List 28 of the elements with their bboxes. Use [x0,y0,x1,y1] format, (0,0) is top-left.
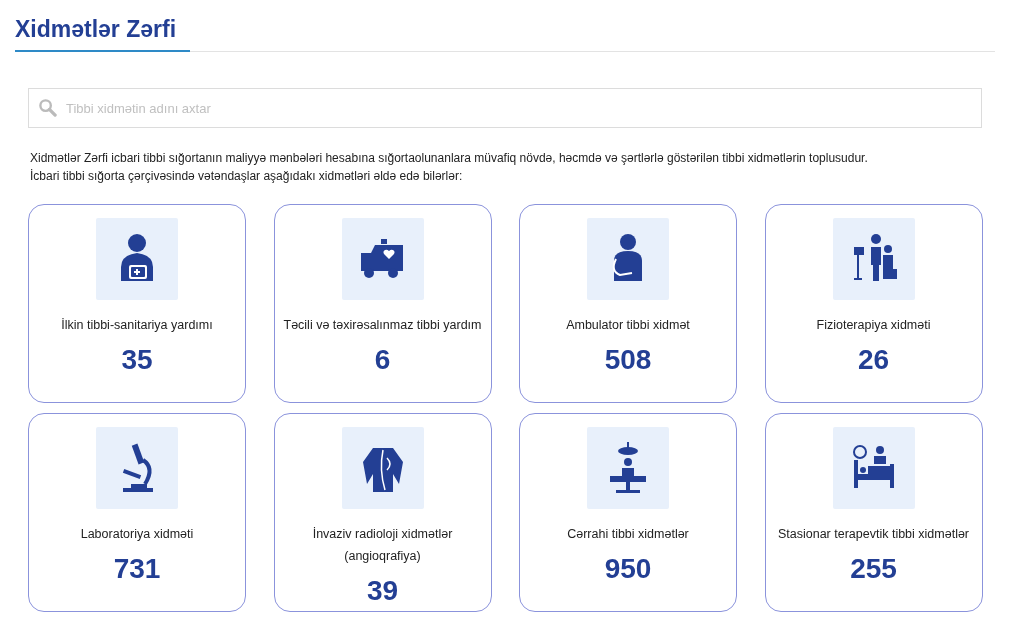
service-card[interactable]: İlkin tibbi-sanitariya yardımı 35 [28,204,246,403]
service-count: 508 [604,344,652,376]
service-count: 6 [374,344,391,376]
service-name: İnvaziv radioloji xidmətlər (angioqrafiya) [311,526,454,565]
service-card[interactable]: İnvaziv radioloji xidmətlər (angioqrafiya) 39 [273,413,492,612]
service-count: 39 [366,575,399,607]
service-card[interactable]: Cərrahi tibbi xidmətlər 950 [519,413,737,612]
service-card[interactable]: Təcili və təxirəsalınmaz tibbi yardım 6 [273,204,492,403]
description-text: Xidmətlər Zərfi icbari tibbi sığortanın maliyyə mənbələri hesabına sığortaolunanlara müvafiq növdə, həcmdə və şərtlərlə göstərilən tibbi xidmətlərin toplusudur. [30,150,869,167]
page-title: Xidmətlər Zərfi [15,16,190,52]
service-name: Cərrahi tibbi xidmətlər [567,526,689,543]
service-name: Təcili və təxirəsalınmaz tibbi yardım [283,317,482,334]
search-field[interactable]: Tibbi xidmətin adını axtar [28,88,982,128]
service-count: 950 [604,553,652,585]
service-name: Stasionar terapevtik tibbi xidmətlər [777,526,970,543]
service-count: 26 [857,344,890,376]
service-name: Ambulator tibbi xidmət [566,317,690,334]
service-count: 35 [121,344,153,376]
service-name: Laboratoriya xidməti [80,526,194,543]
service-card[interactable]: Ambulator tibbi xidmət 508 [519,204,737,403]
service-card[interactable]: Fizioterapiya xidməti 26 [764,204,983,403]
service-card[interactable]: Laboratoriya xidməti 731 [28,413,246,612]
service-name: Fizioterapiya xidməti [816,317,931,334]
service-count: 731 [113,553,161,585]
service-name: İlkin tibbi-sanitariya yardımı [61,317,213,334]
description-text: İcbari tibbi sığorta çərçivəsində vətəndaşlar aşağıdakı xidmətləri əldə edə bilərlər: [30,168,464,185]
service-count: 255 [850,553,897,585]
service-card[interactable]: Stasionar terapevtik tibbi xidmətlər 255 [764,413,983,612]
